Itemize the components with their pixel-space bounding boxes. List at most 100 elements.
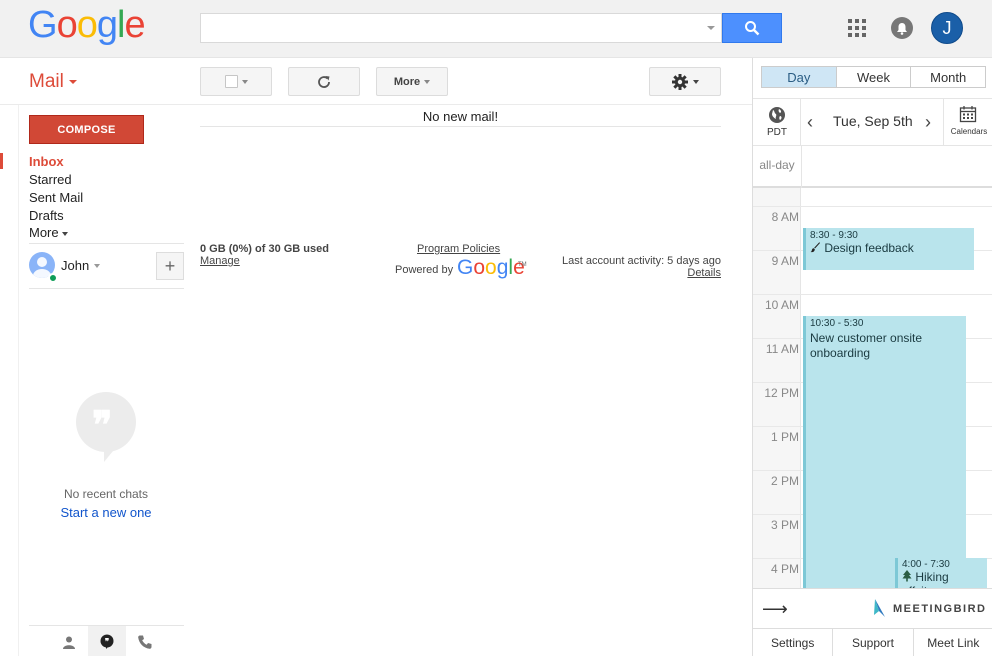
calendar-event[interactable]: 10:30 - 5:30 New customer onsite onboard… (803, 316, 966, 588)
meet-link[interactable]: Meet Link (914, 629, 992, 656)
chevron-right-icon[interactable]: › (925, 112, 931, 133)
chevron-down-icon[interactable] (94, 264, 100, 268)
start-new-chat-link[interactable]: Start a new one (28, 505, 184, 520)
apps-grid-icon[interactable] (848, 19, 866, 37)
quote-icon: ❞ (92, 402, 113, 447)
select-checkbox[interactable] (224, 75, 238, 88)
all-day-label: all-day (759, 158, 795, 172)
calendar-event[interactable]: 8:30 - 9:30 Design feedback (803, 228, 974, 270)
compose-button[interactable]: COMPOSE (29, 115, 144, 144)
tree-icon (902, 570, 912, 582)
activity-details-link[interactable]: Details (540, 267, 721, 279)
all-day-row: all-day (753, 146, 992, 188)
chevron-down-icon (241, 79, 248, 84)
hour-label: 4 PM (770, 562, 799, 576)
nav-item-inbox[interactable]: Inbox (29, 154, 64, 169)
google-logo[interactable]: Google (28, 4, 146, 47)
trademark-mark: TM (518, 262, 527, 268)
program-policies-link[interactable]: Program Policies (417, 243, 500, 255)
logo-letter: e (513, 256, 525, 279)
calendars-label: Calendars (950, 127, 988, 136)
hour-label: 10 AM (764, 298, 799, 312)
new-conversation-button[interactable]: + (156, 252, 184, 280)
search-options-caret-icon[interactable] (707, 26, 715, 30)
nav-item-sent-mail[interactable]: Sent Mail (29, 190, 83, 205)
active-indicator (0, 153, 3, 169)
manage-storage-link[interactable]: Manage (200, 255, 240, 267)
day-grid[interactable]: 8 AM 9 AM 10 AM 11 AM 12 PM 1 PM 2 PM 3 … (753, 188, 992, 588)
timezone-selector[interactable]: PDT (753, 99, 801, 146)
view-week-button[interactable]: Week (837, 67, 912, 87)
calendar-event[interactable]: 4:00 - 7:30 Hiking offsite (895, 558, 987, 588)
more-actions-button[interactable]: More (376, 67, 448, 96)
notifications-bell-icon[interactable] (891, 17, 913, 39)
hangouts-icon: ❞ (100, 634, 114, 649)
account-avatar[interactable]: J (931, 12, 963, 44)
search-box[interactable] (200, 13, 722, 43)
nav-more-label: More (29, 225, 59, 240)
chevron-down-icon (693, 79, 699, 84)
hour-label: 11 AM (765, 342, 799, 356)
chevron-left-icon[interactable]: ‹ (807, 112, 813, 133)
hour-label: 8 AM (771, 210, 799, 224)
divider (29, 243, 184, 244)
google-logo-small: Google (457, 256, 525, 280)
online-status-icon (48, 273, 58, 283)
view-day-button[interactable]: Day (762, 67, 837, 87)
person-icon (63, 636, 75, 649)
gmail-app: Google J Mail COMPOSE Inbox Starred Sent… (0, 0, 992, 656)
timezone-label: PDT (767, 127, 787, 138)
support-link[interactable]: Support (833, 629, 914, 656)
logo-letter: o (485, 256, 497, 279)
nav-item-more[interactable]: More (29, 225, 68, 240)
nav-item-drafts[interactable]: Drafts (29, 208, 64, 223)
settings-button[interactable] (649, 67, 721, 96)
globe-icon (769, 107, 785, 123)
calendar-icon (959, 106, 977, 123)
arrow-right-icon[interactable]: ⟶ (762, 599, 788, 620)
paintbrush-icon (810, 242, 820, 253)
calendar-view-toggle: Day Week Month (761, 66, 986, 88)
svg-text:❞: ❞ (105, 636, 109, 646)
empty-inbox-message: No new mail! (422, 109, 499, 124)
event-title: New customer onsite onboarding (810, 331, 923, 360)
settings-link[interactable]: Settings (753, 629, 834, 656)
logo-letter: g (496, 256, 509, 279)
event-title-row: Design feedback (810, 241, 970, 255)
search-input[interactable] (201, 14, 721, 42)
powered-by-text: Powered by (395, 264, 454, 276)
refresh-button[interactable] (288, 67, 360, 96)
search-icon (745, 21, 760, 36)
divider (200, 126, 721, 127)
logo-letter: g (96, 4, 118, 46)
nav-item-starred[interactable]: Starred (29, 172, 72, 187)
hangouts-user-name[interactable]: John (61, 258, 89, 273)
phone-tab[interactable] (126, 626, 164, 656)
calendar-footer: ⟶ MEETINGBIRD (753, 588, 992, 628)
chevron-down-icon[interactable] (69, 80, 77, 84)
hour-label: 1 PM (770, 430, 799, 444)
divider (29, 288, 184, 289)
hangouts-tab[interactable]: ❞ (88, 626, 126, 656)
select-all-button[interactable] (200, 67, 272, 96)
divider (801, 146, 802, 188)
calendar-links: Settings Support Meet Link (753, 628, 992, 656)
hour-label: 2 PM (770, 474, 799, 488)
meetingbird-brand: MEETINGBIRD (893, 603, 987, 615)
hangouts-tabs: ❞ (29, 625, 184, 656)
chevron-down-icon (61, 231, 68, 236)
search-button[interactable] (722, 13, 782, 43)
logo-letter: l (116, 4, 126, 46)
logo-letter: e (124, 4, 145, 46)
hour-label: 3 PM (770, 518, 799, 532)
hour-line (753, 294, 992, 295)
event-title-row: Hiking offsite (902, 570, 983, 588)
logo-letter: o (76, 4, 98, 46)
calendars-button[interactable]: Calendars (943, 99, 992, 146)
view-month-button[interactable]: Month (911, 67, 985, 87)
event-title: Design feedback (824, 241, 914, 255)
mail-switcher[interactable]: Mail (29, 71, 64, 93)
meetingbird-logo-icon (874, 599, 885, 617)
calendar-date-header: PDT ‹ Tue, Sep 5th › Calendars (753, 98, 992, 146)
contacts-tab[interactable] (50, 626, 88, 656)
